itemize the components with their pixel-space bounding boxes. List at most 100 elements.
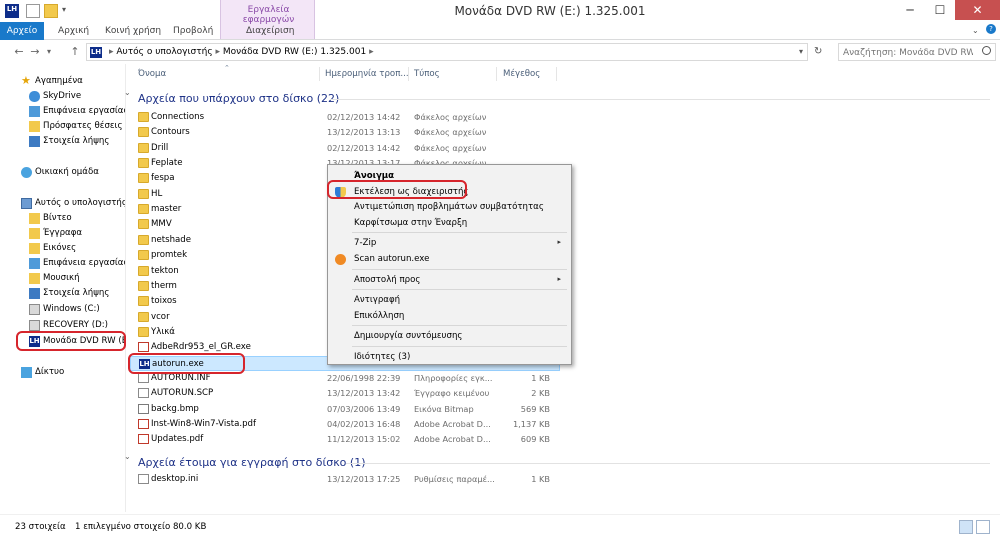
star-icon: ★ <box>21 74 31 87</box>
folder-icon <box>138 265 149 276</box>
file-type: Φάκελος αρχείων <box>414 142 487 153</box>
nav-network[interactable]: Δίκτυο <box>0 365 125 380</box>
file-row[interactable]: Updates.pdf 11/12/2013 15:02 Adobe Acrobat… <box>130 432 560 447</box>
file-date: 02/12/2013 14:42 <box>327 142 401 153</box>
group-pending-title[interactable]: Αρχεία έτοιμα για εγγραφή στο δίσκο (1) <box>138 456 365 469</box>
breadcrumb-computer[interactable]: Αυτός ο υπολογιστής <box>116 47 212 57</box>
file-row[interactable]: desktop.ini 13/12/2013 17:25 Ρυθμίσεις παρ… <box>130 472 560 487</box>
file-row[interactable]: AUTORUN.SCP 13/12/2013 13:42 Έγγραφο κειμέ… <box>130 386 560 401</box>
search-icon[interactable] <box>982 46 991 55</box>
file-date: 13/12/2013 13:13 <box>327 127 401 138</box>
desktop-icon <box>29 106 40 117</box>
nav-videos[interactable]: Βίντεο <box>0 211 125 226</box>
column-divider[interactable] <box>319 67 320 81</box>
maximize-button[interactable]: ☐ <box>925 0 955 20</box>
column-divider[interactable] <box>408 67 409 81</box>
recent-places-icon <box>29 121 40 132</box>
collapse-group-icon[interactable]: ⌄ <box>124 452 138 461</box>
customize-qat-icon[interactable]: ▾ <box>62 5 66 14</box>
file-date: 02/12/2013 14:42 <box>327 112 401 122</box>
help-icon[interactable]: ? <box>986 24 996 34</box>
nav-favorites[interactable]: ★ Αγαπημένα <box>0 74 125 89</box>
context-menu-item[interactable]: Αντιμετώπιση προβλημάτων συμβατότητας <box>330 199 569 216</box>
refresh-button[interactable]: ↻ <box>814 46 822 57</box>
search-box[interactable] <box>838 43 996 61</box>
close-button[interactable]: ✕ <box>955 0 1000 20</box>
folder-icon <box>138 112 149 122</box>
nav-this-pc[interactable]: Αυτός ο υπολογιστής <box>0 196 125 211</box>
context-menu-item[interactable]: Καρφίτσωμα στην Έναρξη <box>330 215 569 232</box>
context-menu-item[interactable]: Αποστολή προς ▸ <box>330 272 569 289</box>
properties-icon[interactable] <box>26 4 40 18</box>
column-name[interactable]: Όνομα <box>138 69 166 79</box>
context-menu-item[interactable]: Δημιουργία συντόμευσης <box>330 328 569 345</box>
context-menu-item[interactable]: Αντιγραφή <box>330 292 569 309</box>
column-date-modified[interactable]: Ημερομηνία τροπ... <box>325 69 409 79</box>
folder-icon <box>138 142 149 153</box>
group-on-disc-title[interactable]: Αρχεία που υπάρχουν στο δίσκο (22) <box>138 92 339 105</box>
nav-downloads[interactable]: Στοιχεία λήψης <box>0 286 125 301</box>
nav-desktop-fav[interactable]: Επιφάνεια εργασίας <box>0 104 125 119</box>
forward-button[interactable]: → <box>28 45 42 59</box>
nav-desktop[interactable]: Επιφάνεια εργασίας <box>0 256 125 271</box>
folder-icon <box>138 127 149 138</box>
column-size[interactable]: Μέγεθος <box>503 69 540 79</box>
address-bar[interactable]: LH ▸ Αυτός ο υπολογιστής ▸ Μονάδα DVD RW… <box>86 43 808 61</box>
folder-icon <box>138 250 149 261</box>
navigation-pane: ★ Αγαπημένα SkyDrive Επιφάνεια εργασίας … <box>0 64 126 512</box>
address-dropdown-icon[interactable]: ▾ <box>799 47 803 56</box>
nav-pictures[interactable]: Εικόνες <box>0 241 125 256</box>
nav-skydrive[interactable]: SkyDrive <box>0 89 125 104</box>
recent-locations-button[interactable]: ▾ <box>42 45 56 59</box>
breadcrumb-dvd-drive[interactable]: Μονάδα DVD RW (E:) 1.325.001 <box>223 47 366 57</box>
nav-downloads-fav[interactable]: Στοιχεία λήψης <box>0 134 125 149</box>
file-name: Feplate <box>151 158 183 169</box>
context-menu-item[interactable]: 7-Zip ▸ <box>330 235 569 252</box>
context-menu-item[interactable]: Ιδιότητες (3) <box>330 349 569 366</box>
nav-recent-places[interactable]: Πρόσφατες θέσεις <box>0 119 125 134</box>
tab-view[interactable]: Προβολή <box>165 22 221 40</box>
pdf-icon <box>138 419 149 429</box>
file-row[interactable]: Contours 13/12/2013 13:13 Φάκελος αρχείων <box>130 125 560 140</box>
context-menu-item-label: Αποστολή προς <box>354 274 421 285</box>
new-folder-icon[interactable] <box>44 4 58 18</box>
search-input[interactable] <box>843 46 973 59</box>
nav-music[interactable]: Μουσική <box>0 271 125 286</box>
context-menu-item-label: Αντιγραφή <box>354 295 401 306</box>
file-name: promtek <box>151 250 188 261</box>
file-name: tekton <box>151 265 179 276</box>
context-menu-separator <box>352 268 567 270</box>
nav-homegroup[interactable]: Οικιακή ομάδα <box>0 165 125 180</box>
column-type[interactable]: Τύπος <box>414 69 440 79</box>
minimize-button[interactable]: ─ <box>895 0 925 20</box>
tab-manage[interactable]: Διαχείριση <box>238 22 302 40</box>
file-row[interactable]: Inst-Win8-Win7-Vista.pdf 04/02/2013 16:48… <box>130 417 560 432</box>
column-divider[interactable] <box>556 67 557 81</box>
documents-icon <box>29 228 40 239</box>
context-menu-item[interactable]: Scan autorun.exe <box>330 251 569 268</box>
back-button[interactable]: ← <box>12 45 26 59</box>
details-view-icon[interactable] <box>959 520 973 534</box>
file-row[interactable]: backg.bmp 07/03/2006 13:49 Εικόνα Bitmap 56… <box>130 402 560 417</box>
tab-file[interactable]: Αρχείο <box>0 22 44 40</box>
expand-ribbon-icon[interactable]: ⌄ <box>972 26 979 35</box>
context-menu-item[interactable]: Επικόλληση <box>330 308 569 325</box>
file-row[interactable]: Connections 02/12/2013 14:42 Φάκελος αρχεί… <box>130 110 560 125</box>
file-name: Inst-Win8-Win7-Vista.pdf <box>151 419 257 429</box>
folder-icon <box>138 204 149 215</box>
nav-drive-c[interactable]: Windows (C:) <box>0 302 125 317</box>
nav-documents[interactable]: Έγγραφα <box>0 226 125 241</box>
file-name: fespa <box>151 173 175 184</box>
file-row[interactable]: Drill 02/12/2013 14:42 Φάκελος αρχείων <box>130 141 560 156</box>
up-button[interactable]: ↑ <box>68 45 82 59</box>
collapse-group-icon[interactable]: ⌄ <box>124 88 138 97</box>
tab-home[interactable]: Αρχική <box>50 22 97 40</box>
network-icon <box>21 367 32 378</box>
file-date: 11/12/2013 15:02 <box>327 434 401 445</box>
window-title: Μονάδα DVD RW (E:) 1.325.001 <box>454 4 646 18</box>
selection-info: 1 επιλεγμένο στοιχείο 80.0 KB <box>75 522 207 532</box>
column-divider[interactable] <box>496 67 497 81</box>
downloads-icon <box>29 136 40 147</box>
large-icons-view-icon[interactable] <box>976 520 990 534</box>
tab-share[interactable]: Κοινή χρήση <box>97 22 169 40</box>
